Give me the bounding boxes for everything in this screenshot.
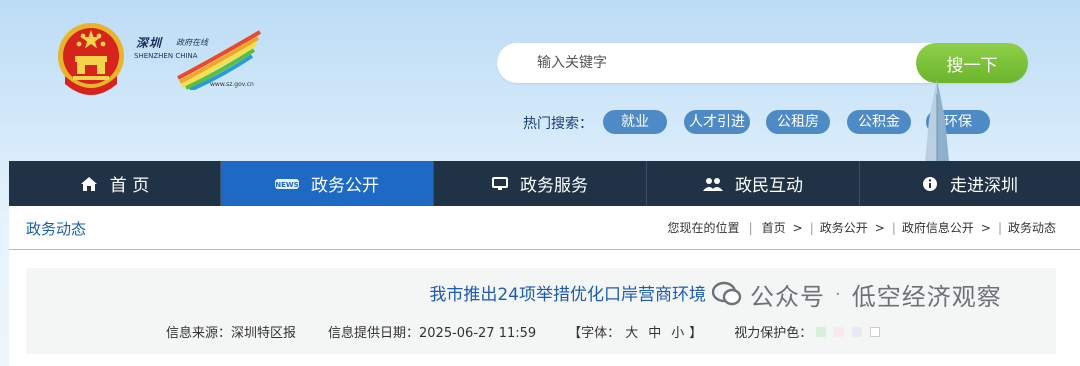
logo-en-text: SHENZHEN CHINA xyxy=(134,52,198,61)
hot-tag-rencai[interactable]: 人才引进 xyxy=(684,110,750,134)
national-emblem-icon xyxy=(58,23,124,95)
eye-care-swatch-purple[interactable] xyxy=(852,326,863,337)
breadcrumb-home[interactable]: 首页 xyxy=(762,219,786,236)
watermark-name: 低空经济观察 xyxy=(851,282,1002,311)
breadcrumb-divider: | xyxy=(997,220,1002,235)
breadcrumb-separator: > xyxy=(792,220,803,235)
svg-text:NEWS: NEWS xyxy=(275,181,298,189)
wechat-channel-icon xyxy=(712,280,742,308)
breadcrumb-zhengwu-gongkai[interactable]: 政务公开 xyxy=(820,219,868,236)
hot-tag-gongzufang[interactable]: 公租房 xyxy=(766,110,830,134)
hot-tag-gongjijin[interactable]: 公积金 xyxy=(847,110,911,134)
article-title: 我市推出24项举措优化口岸营商环境 xyxy=(429,285,706,305)
watermark-prefix: 公众号 xyxy=(750,282,825,311)
breadcrumb-zhengwu-dongtai[interactable]: 政务动态 xyxy=(1008,219,1056,236)
nav-home-label: 首 页 xyxy=(109,176,150,196)
nav-zhengwu-gongkai-label: 政务公开 xyxy=(311,176,379,196)
eye-care-swatch-pink[interactable] xyxy=(834,326,845,337)
tower-illustration-icon xyxy=(925,80,949,162)
font-size-label-close: 】 xyxy=(689,326,703,341)
main-nav: 首 页 NEWS 政务公开 政务服务 政民互动 走进深圳 xyxy=(9,161,1080,206)
nav-zhengmin-hudong[interactable]: 政民互动 xyxy=(647,161,860,206)
breadcrumb-separator: > xyxy=(980,220,991,235)
search-bar: 搜一下 xyxy=(497,43,1028,83)
nav-zoujin-shenzhen-label: 走进深圳 xyxy=(950,176,1018,196)
watermark-dot: · xyxy=(835,283,842,305)
breadcrumb-divider: | xyxy=(809,220,814,235)
monitor-icon xyxy=(492,176,508,191)
logo-cn-title: 深圳 xyxy=(136,36,163,50)
logo-en-line2: CHINA xyxy=(175,52,198,60)
section-title[interactable]: 政务动态 xyxy=(26,218,86,239)
article-date: 信息提供日期：2025-06-27 11:59 xyxy=(328,326,537,341)
eye-care-label: 视力保护色： xyxy=(734,326,813,341)
breadcrumb-location-label: 您现在的位置 xyxy=(667,221,740,235)
nav-home[interactable]: 首 页 xyxy=(9,161,221,206)
nav-zhengwu-fuwu[interactable]: 政务服务 xyxy=(434,161,647,206)
section-header: 政务动态 您现在的位置 | 首页 > | 政务公开 > | 政府信息公开 > |… xyxy=(9,206,1080,250)
logo-en-line1: SHENZHEN xyxy=(134,52,174,60)
news-icon: NEWS xyxy=(275,177,299,191)
logo-cn-subtitle: 政府在线 xyxy=(176,38,208,47)
nav-zoujin-shenzhen[interactable]: 走进深圳 xyxy=(860,161,1080,206)
nav-zhengwu-gongkai[interactable]: NEWS 政务公开 xyxy=(221,161,434,206)
hot-tag-jiuye[interactable]: 就业 xyxy=(603,110,667,134)
breadcrumb: 您现在的位置 | 首页 > | 政务公开 > | 政府信息公开 > | 政务动态 xyxy=(668,219,1056,236)
eye-care-swatch-green[interactable] xyxy=(816,326,827,337)
breadcrumb-xinxi-gongkai[interactable]: 政府信息公开 xyxy=(902,219,974,236)
people-icon xyxy=(703,177,723,191)
nav-zhengwu-fuwu-label: 政务服务 xyxy=(520,176,588,196)
font-size-small[interactable]: 小 xyxy=(671,322,684,341)
font-size-label: 【字体： xyxy=(568,326,621,341)
breadcrumb-divider: | xyxy=(891,220,896,235)
breadcrumb-divider: | xyxy=(748,220,753,235)
search-button[interactable]: 搜一下 xyxy=(916,43,1028,83)
home-icon xyxy=(80,176,98,192)
font-size-large[interactable]: 大 xyxy=(625,322,638,341)
breadcrumb-separator: > xyxy=(874,220,885,235)
article-meta: 信息来源：深圳特区报 信息提供日期：2025-06-27 11:59 【字体： … xyxy=(166,322,884,341)
article-source: 信息来源：深圳特区报 xyxy=(166,326,297,341)
site-header: 深圳 政府在线 SHENZHEN CHINA www.sz.gov.cn 搜一下… xyxy=(0,0,1080,162)
nav-zhengmin-hudong-label: 政民互动 xyxy=(735,176,803,196)
info-icon xyxy=(922,176,938,192)
search-input[interactable] xyxy=(537,43,907,83)
font-size-medium[interactable]: 中 xyxy=(648,322,661,341)
site-logo[interactable]: 深圳 政府在线 SHENZHEN CHINA www.sz.gov.cn xyxy=(132,30,262,92)
hot-search-label: 热门搜索： xyxy=(523,116,593,132)
eye-care-swatch-white[interactable] xyxy=(870,326,881,337)
wechat-watermark: 公众号 · 低空经济观察 xyxy=(712,274,1002,314)
logo-url: www.sz.gov.cn xyxy=(210,81,254,88)
